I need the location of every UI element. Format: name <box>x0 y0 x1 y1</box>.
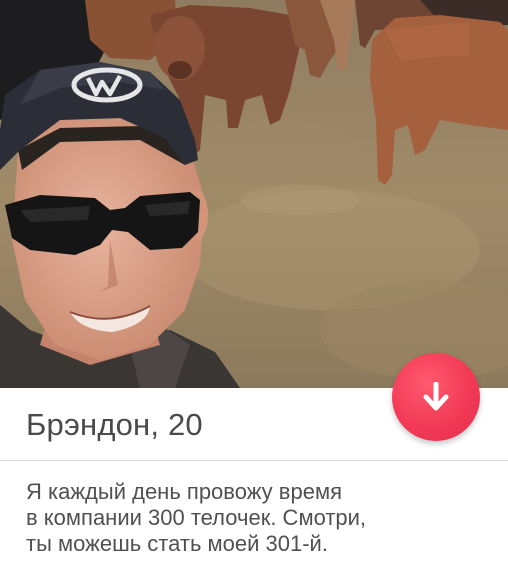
bio-line: ты можешь стать моей 301-й. <box>26 531 328 556</box>
divider <box>0 460 508 461</box>
profile-name-age: Брэндон, 20 <box>26 407 203 442</box>
profile-photo[interactable] <box>0 0 508 388</box>
bio-line: в компании 300 телочек. Смотри, <box>26 505 367 530</box>
profile-header: Брэндон, 20 <box>0 388 508 460</box>
profile-card: Брэндон, 20 Я каждый день провожу время … <box>0 0 508 570</box>
profile-bio: Я каждый день провожу время в компании 3… <box>26 479 486 557</box>
profile-photo-image <box>0 0 508 388</box>
bio-line: Я каждый день провожу время <box>26 479 342 504</box>
